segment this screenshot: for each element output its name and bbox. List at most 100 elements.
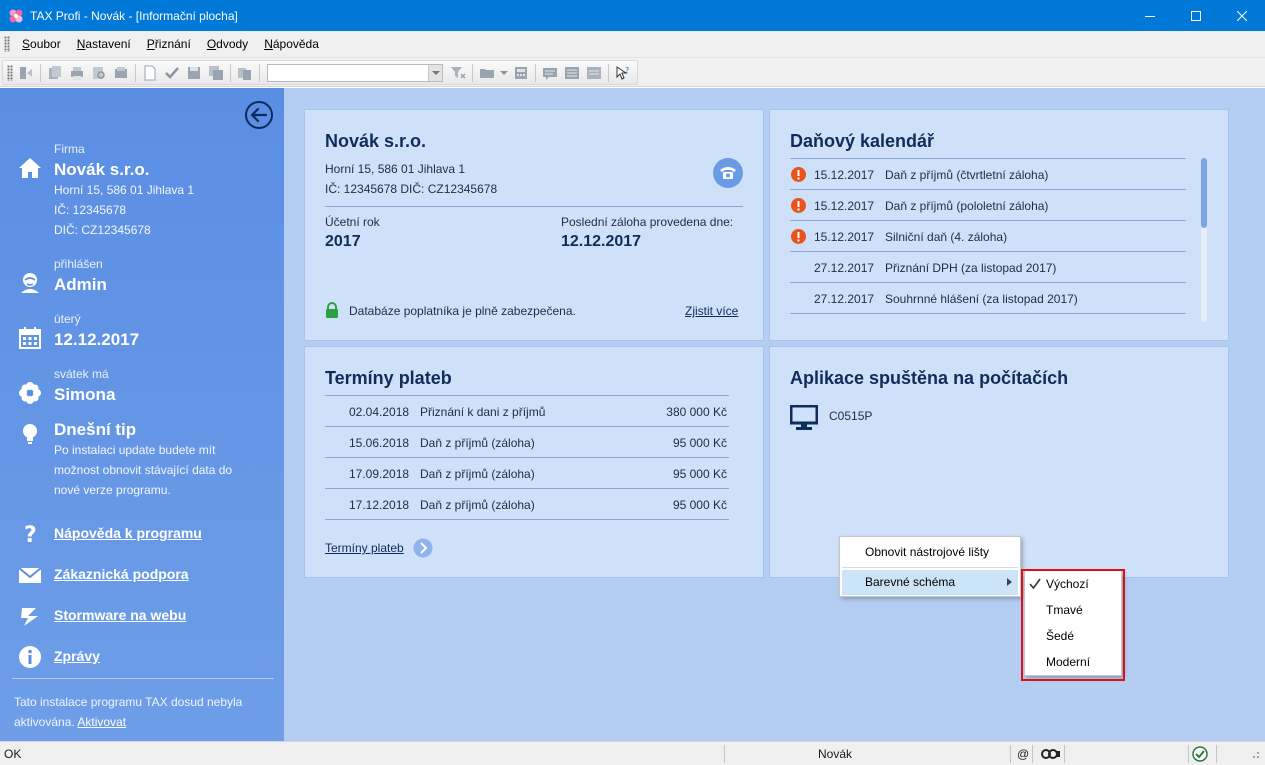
- info-icon: [19, 646, 41, 668]
- status-bar: OK Novák @: [0, 741, 1265, 765]
- toolbar-button-filter[interactable]: [448, 63, 468, 83]
- close-icon: [1237, 10, 1247, 21]
- toolbar-button-help[interactable]: ?: [613, 63, 633, 83]
- learn-more-link[interactable]: Zjistit více: [685, 304, 738, 318]
- date-value: 12.12.2017: [54, 330, 140, 349]
- title-bar: TAX Profi - Novák - [Informační plocha]: [0, 0, 1265, 31]
- status-text: OK: [4, 747, 22, 761]
- folder-icon: [480, 68, 494, 78]
- checkmark-icon: [165, 66, 179, 79]
- lightbulb-icon: [23, 424, 37, 444]
- activate-link[interactable]: Aktivovat: [77, 715, 126, 729]
- app-logo-icon: [9, 9, 23, 22]
- calendar-scrollbar[interactable]: [1201, 158, 1207, 322]
- menu-refresh-toolbars[interactable]: Obnovit nástrojové lišty: [865, 545, 989, 559]
- warning-icon: [791, 198, 806, 213]
- menu-color-scheme[interactable]: Barevné schéma: [842, 570, 1018, 595]
- activation-notice: Tato instalace programu TAX dosud nebyla…: [14, 695, 243, 729]
- window-title: TAX Profi - Novák - [Informační plocha]: [30, 8, 238, 23]
- phone-icon[interactable]: [713, 158, 743, 188]
- menubar-grip[interactable]: [4, 36, 10, 52]
- minimize-button[interactable]: [1127, 0, 1173, 31]
- new-document-icon: [144, 65, 156, 80]
- payments-card: Termíny plateb 02.04.2018 Přiznání k dan…: [304, 346, 764, 578]
- user-name: Admin: [54, 275, 107, 294]
- help-pointer-icon: ?: [616, 66, 629, 80]
- chevron-down-icon: [431, 70, 440, 75]
- toolbar: ?: [0, 58, 1265, 87]
- collapse-sidebar-icon[interactable]: [244, 100, 274, 130]
- network-icon: [1041, 749, 1060, 759]
- resize-grip-icon: [1253, 752, 1259, 758]
- tax-calendar-card: Daňový kalendář 15.12.2017 Daň z příjmů …: [769, 109, 1229, 341]
- maximize-icon: [1191, 10, 1201, 21]
- calculator-icon: [515, 66, 527, 79]
- duplicate-icon: [238, 67, 251, 80]
- arrow-right-icon[interactable]: [413, 538, 433, 558]
- toolbar-button-check[interactable]: [162, 63, 182, 83]
- message-icon: [543, 67, 557, 80]
- question-icon: ?: [24, 523, 37, 546]
- toolbar-button-messages[interactable]: [540, 63, 560, 83]
- menu-bar: Soubor Nastavení Přiznání Odvody Nápověd…: [0, 31, 1265, 58]
- ok-check-icon: [1192, 746, 1208, 762]
- toolbar-button-export[interactable]: [111, 63, 131, 83]
- mail-icon: [18, 567, 42, 583]
- toolbar-button-preview[interactable]: [89, 63, 109, 83]
- lock-icon: [326, 302, 338, 318]
- maximize-button[interactable]: [1173, 0, 1219, 31]
- notes-icon: [587, 66, 601, 79]
- menu-odvody[interactable]: Odvody: [199, 37, 256, 51]
- toolbar-button-folder[interactable]: [477, 63, 497, 83]
- menu-napoveda[interactable]: Nápověda: [256, 37, 327, 51]
- toolbar-button-duplicate[interactable]: [235, 63, 255, 83]
- status-email: @: [1017, 747, 1030, 761]
- toolbar-button-notes[interactable]: [584, 63, 604, 83]
- save-all-icon: [209, 65, 223, 80]
- status-company: Novák: [818, 747, 853, 761]
- payments-link[interactable]: Termíny plateb: [325, 541, 404, 555]
- filter-icon: [451, 66, 466, 79]
- menu-soubor[interactable]: Soubor: [14, 37, 69, 51]
- toolbar-combo[interactable]: [267, 63, 443, 82]
- stormware-logo-icon: [21, 608, 38, 626]
- toolbar-button-new[interactable]: [140, 63, 160, 83]
- toolbar-button-import[interactable]: [16, 63, 36, 83]
- toolbar-grip[interactable]: [7, 64, 13, 81]
- toolbar-button-list[interactable]: [562, 63, 582, 83]
- warning-icon: [791, 167, 806, 182]
- menu-priznani[interactable]: Přiznání: [139, 37, 199, 51]
- toolbar-button-save[interactable]: [184, 63, 204, 83]
- computer-name: C0515P: [829, 409, 873, 423]
- resize-grip[interactable]: [1250, 745, 1260, 763]
- last-advance-date: 12.12.2017: [561, 233, 642, 250]
- sidebar: Firma Novák s.r.o. Horní 15, 586 01 Jihl…: [0, 88, 284, 741]
- list-icon: [565, 66, 579, 79]
- toolbar-button-copy[interactable]: [45, 63, 65, 83]
- print-preview-icon: [93, 66, 105, 79]
- import-icon: [20, 66, 32, 79]
- toolbar-button-print[interactable]: [67, 63, 87, 83]
- toolbar-button-folder-dropdown[interactable]: [499, 63, 509, 83]
- print-icon: [71, 66, 83, 80]
- flower-icon: [19, 382, 41, 404]
- scrollbar-thumb[interactable]: [1201, 158, 1207, 228]
- minimize-icon: [1145, 15, 1155, 17]
- close-button[interactable]: [1219, 0, 1265, 31]
- export-icon: [115, 66, 127, 78]
- save-icon: [188, 66, 200, 79]
- company-card: Novák s.r.o. Horní 15, 586 01 Jihlava 1 …: [304, 109, 764, 341]
- toolbar-button-save-all[interactable]: [206, 63, 226, 83]
- company-name: Novák s.r.o.: [54, 160, 150, 179]
- svg-text:?: ?: [24, 523, 37, 546]
- monitor-icon: [790, 405, 818, 430]
- nameday-name: Simona: [54, 385, 116, 404]
- toolbar-button-calculator[interactable]: [511, 63, 531, 83]
- home-icon: [19, 158, 41, 178]
- chevron-down-icon: [500, 70, 508, 75]
- tip-title: Dnešní tip: [54, 420, 137, 439]
- user-icon: [21, 273, 39, 293]
- highlight-annotation: [1021, 569, 1125, 681]
- context-menu: Obnovit nástrojové lišty Barevné schéma: [839, 536, 1021, 597]
- menu-nastaveni[interactable]: Nastavení: [69, 37, 139, 51]
